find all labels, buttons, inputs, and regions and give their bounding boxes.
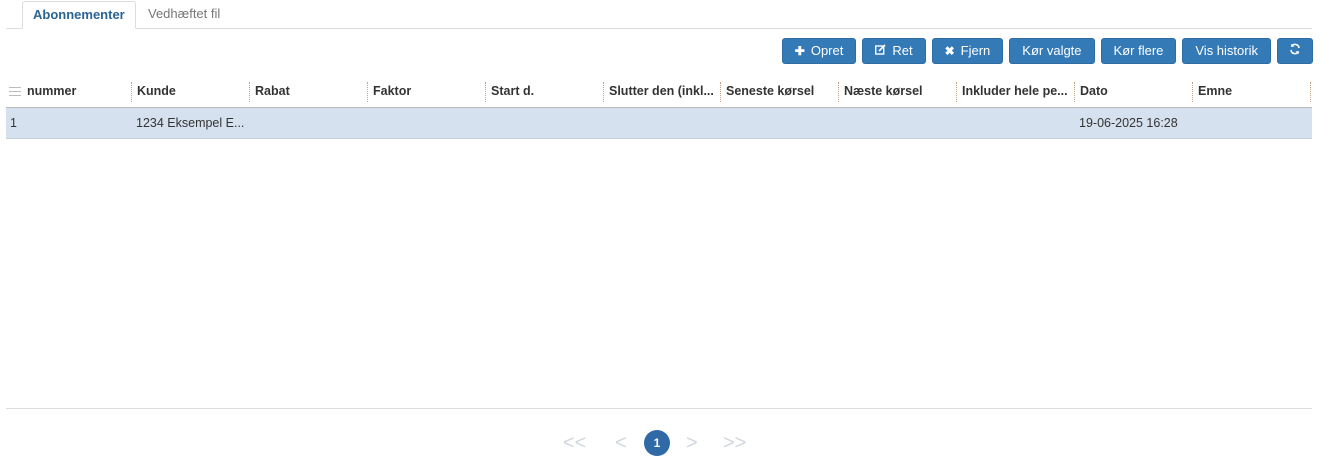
refresh-icon bbox=[1289, 39, 1301, 63]
opret-button[interactable]: ✚ Opret bbox=[781, 38, 857, 64]
kor-flere-button[interactable]: Kør flere bbox=[1100, 38, 1177, 64]
cell-emne bbox=[1192, 108, 1310, 138]
toolbar: ✚ Opret Ret ✖ Fjern Kør valgte Kør flere… bbox=[781, 38, 1313, 64]
column-header-seneste-korsel[interactable]: Seneste kørsel bbox=[720, 76, 838, 107]
ret-label: Ret bbox=[892, 43, 913, 58]
column-header-faktor[interactable]: Faktor bbox=[367, 76, 485, 107]
kor-valgte-button[interactable]: Kør valgte bbox=[1009, 38, 1095, 64]
cell-rabat bbox=[249, 108, 367, 138]
prev-page-button[interactable]: < bbox=[615, 430, 627, 456]
column-separator[interactable] bbox=[1310, 82, 1311, 102]
opret-label: Opret bbox=[810, 43, 844, 58]
column-header-emne[interactable]: Emne bbox=[1192, 76, 1310, 107]
tab-bar: Abonnementer Vedhæftet fil bbox=[6, 0, 1312, 29]
subscriptions-grid: nummer Kunde Rabat Faktor Start d. Slutt… bbox=[6, 76, 1312, 139]
first-page-button[interactable]: << bbox=[563, 430, 586, 456]
column-header-kunde[interactable]: Kunde bbox=[131, 76, 249, 107]
fjern-label: Fjern bbox=[960, 43, 991, 58]
refresh-button[interactable] bbox=[1277, 38, 1313, 64]
edit-icon bbox=[875, 39, 886, 63]
cell-inkluder bbox=[956, 108, 1074, 138]
cell-start bbox=[485, 108, 603, 138]
column-header-inkluder[interactable]: Inkluder hele pe... bbox=[956, 76, 1074, 107]
plus-icon: ✚ bbox=[794, 44, 805, 58]
tab-vedhaeftet-fil[interactable]: Vedhæftet fil bbox=[138, 1, 230, 27]
cell-naeste-korsel bbox=[838, 108, 956, 138]
close-icon: ✖ bbox=[944, 44, 955, 58]
vis-historik-label: Vis historik bbox=[1195, 43, 1258, 58]
table-row[interactable]: 1 1234 Eksempel E... 19-06-2025 16:28 bbox=[6, 108, 1312, 139]
cell-nummer: 1 bbox=[10, 116, 17, 130]
pagination: << < 1 > >> bbox=[0, 430, 1323, 456]
cell-dato: 19-06-2025 16:28 bbox=[1079, 116, 1178, 130]
fjern-button[interactable]: ✖ Fjern bbox=[931, 38, 1004, 64]
column-header-start[interactable]: Start d. bbox=[485, 76, 603, 107]
grid-footer-divider bbox=[6, 408, 1312, 409]
ret-button[interactable]: Ret bbox=[862, 38, 926, 64]
column-header-dato[interactable]: Dato bbox=[1074, 76, 1192, 107]
current-page[interactable]: 1 bbox=[644, 430, 670, 456]
last-page-button[interactable]: >> bbox=[723, 430, 746, 456]
cell-faktor bbox=[367, 108, 485, 138]
grid-header: nummer Kunde Rabat Faktor Start d. Slutt… bbox=[6, 76, 1312, 108]
cell-slutter bbox=[603, 108, 720, 138]
column-header-slutter[interactable]: Slutter den (inkl... bbox=[603, 76, 720, 107]
kor-flere-label: Kør flere bbox=[1113, 43, 1164, 58]
vis-historik-button[interactable]: Vis historik bbox=[1182, 38, 1271, 64]
tab-abonnementer[interactable]: Abonnementer bbox=[22, 1, 136, 29]
cell-seneste-korsel bbox=[720, 108, 838, 138]
cell-kunde: 1234 Eksempel E... bbox=[136, 116, 245, 130]
column-header-nummer[interactable]: nummer bbox=[21, 76, 131, 107]
next-page-button[interactable]: > bbox=[686, 430, 698, 456]
list-icon bbox=[9, 87, 21, 96]
kor-valgte-label: Kør valgte bbox=[1022, 43, 1082, 58]
column-header-naeste-korsel[interactable]: Næste kørsel bbox=[838, 76, 956, 107]
column-header-rabat[interactable]: Rabat bbox=[249, 76, 367, 107]
